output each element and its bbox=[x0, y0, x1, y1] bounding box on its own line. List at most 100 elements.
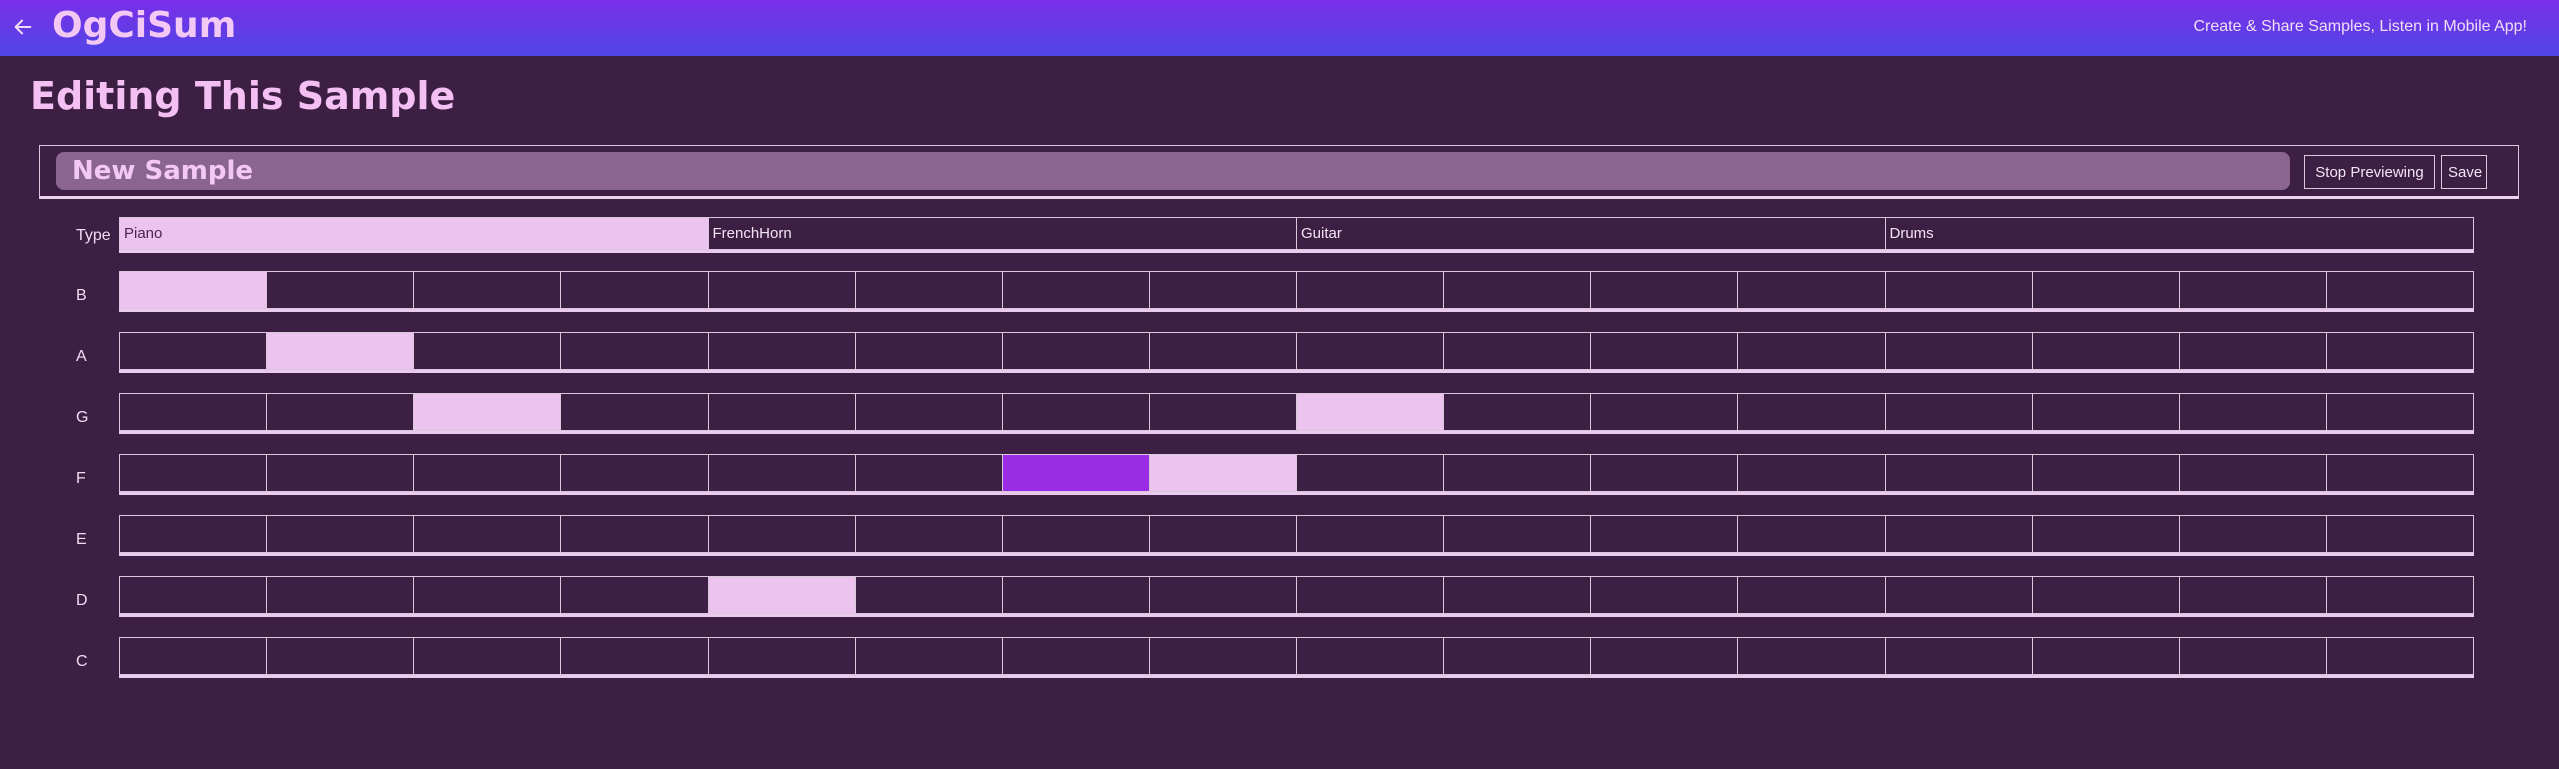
step-cell[interactable] bbox=[854, 271, 1002, 309]
step-cell[interactable] bbox=[1148, 515, 1296, 553]
step-cell[interactable] bbox=[1590, 637, 1738, 675]
step-cell[interactable] bbox=[2178, 454, 2326, 492]
arrow-left-icon[interactable] bbox=[12, 16, 34, 38]
step-cell[interactable] bbox=[266, 393, 414, 431]
step-cell[interactable] bbox=[119, 332, 267, 370]
step-cell[interactable] bbox=[707, 515, 855, 553]
step-cell[interactable] bbox=[266, 576, 414, 614]
step-cell[interactable] bbox=[2178, 637, 2326, 675]
save-button[interactable]: Save bbox=[2441, 155, 2487, 189]
step-cell[interactable] bbox=[2325, 332, 2474, 370]
step-cell[interactable] bbox=[560, 454, 708, 492]
step-cell[interactable] bbox=[1590, 515, 1738, 553]
step-cell[interactable] bbox=[2031, 271, 2179, 309]
step-cell[interactable] bbox=[1590, 271, 1738, 309]
step-cell[interactable] bbox=[560, 271, 708, 309]
step-cell[interactable] bbox=[1443, 271, 1591, 309]
step-cell[interactable] bbox=[1296, 637, 1444, 675]
step-cell[interactable] bbox=[2325, 515, 2474, 553]
step-cell[interactable] bbox=[1590, 454, 1738, 492]
step-cell[interactable] bbox=[854, 576, 1002, 614]
step-cell[interactable] bbox=[2178, 393, 2326, 431]
step-cell[interactable] bbox=[1737, 454, 1885, 492]
step-cell[interactable] bbox=[1884, 332, 2032, 370]
step-cell[interactable] bbox=[1590, 332, 1738, 370]
step-cell[interactable] bbox=[1001, 637, 1149, 675]
step-cell[interactable] bbox=[1443, 515, 1591, 553]
step-cell[interactable] bbox=[2031, 393, 2179, 431]
step-cell[interactable] bbox=[413, 515, 561, 553]
step-cell[interactable] bbox=[1148, 454, 1296, 492]
step-cell[interactable] bbox=[413, 332, 561, 370]
step-cell[interactable] bbox=[1884, 515, 2032, 553]
step-cell[interactable] bbox=[1148, 637, 1296, 675]
step-cell[interactable] bbox=[707, 637, 855, 675]
step-cell[interactable] bbox=[2031, 637, 2179, 675]
step-cell[interactable] bbox=[1590, 576, 1738, 614]
step-cell[interactable] bbox=[707, 271, 855, 309]
step-cell[interactable] bbox=[1296, 454, 1444, 492]
type-option-frenchhorn[interactable]: FrenchHorn bbox=[707, 217, 1296, 250]
step-cell[interactable] bbox=[1001, 393, 1149, 431]
step-cell[interactable] bbox=[413, 637, 561, 675]
app-title[interactable]: OgCiSum bbox=[52, 5, 236, 46]
step-cell[interactable] bbox=[854, 332, 1002, 370]
stop-previewing-button[interactable]: Stop Previewing bbox=[2304, 155, 2435, 189]
step-cell[interactable] bbox=[2325, 454, 2474, 492]
step-cell[interactable] bbox=[2178, 515, 2326, 553]
step-cell[interactable] bbox=[266, 637, 414, 675]
step-cell[interactable] bbox=[854, 637, 1002, 675]
step-cell[interactable] bbox=[2325, 576, 2474, 614]
step-cell[interactable] bbox=[1884, 454, 2032, 492]
step-cell[interactable] bbox=[1296, 576, 1444, 614]
step-cell[interactable] bbox=[1737, 576, 1885, 614]
step-cell[interactable] bbox=[560, 576, 708, 614]
step-cell[interactable] bbox=[2325, 271, 2474, 309]
step-cell[interactable] bbox=[2031, 576, 2179, 614]
step-cell[interactable] bbox=[854, 393, 1002, 431]
step-cell[interactable] bbox=[560, 393, 708, 431]
step-cell[interactable] bbox=[1737, 271, 1885, 309]
step-cell[interactable] bbox=[2325, 637, 2474, 675]
step-cell[interactable] bbox=[1296, 393, 1444, 431]
type-option-guitar[interactable]: Guitar bbox=[1296, 217, 1885, 250]
step-cell[interactable] bbox=[2031, 332, 2179, 370]
step-cell[interactable] bbox=[2325, 393, 2474, 431]
step-cell[interactable] bbox=[1443, 332, 1591, 370]
type-option-drums[interactable]: Drums bbox=[1884, 217, 2474, 250]
step-cell[interactable] bbox=[854, 515, 1002, 553]
step-cell[interactable] bbox=[119, 454, 267, 492]
step-cell[interactable] bbox=[1001, 454, 1149, 492]
step-cell[interactable] bbox=[1148, 332, 1296, 370]
step-cell[interactable] bbox=[1443, 454, 1591, 492]
step-cell[interactable] bbox=[1443, 576, 1591, 614]
step-cell[interactable] bbox=[119, 515, 267, 553]
step-cell[interactable] bbox=[1296, 271, 1444, 309]
step-cell[interactable] bbox=[707, 576, 855, 614]
step-cell[interactable] bbox=[1296, 515, 1444, 553]
step-cell[interactable] bbox=[1443, 637, 1591, 675]
step-cell[interactable] bbox=[1296, 332, 1444, 370]
step-cell[interactable] bbox=[266, 271, 414, 309]
step-cell[interactable] bbox=[2178, 271, 2326, 309]
step-cell[interactable] bbox=[1148, 271, 1296, 309]
step-cell[interactable] bbox=[2178, 576, 2326, 614]
type-option-piano[interactable]: Piano bbox=[119, 217, 708, 250]
step-cell[interactable] bbox=[854, 454, 1002, 492]
step-cell[interactable] bbox=[119, 393, 267, 431]
step-cell[interactable] bbox=[413, 454, 561, 492]
step-cell[interactable] bbox=[2031, 454, 2179, 492]
step-cell[interactable] bbox=[1737, 393, 1885, 431]
step-cell[interactable] bbox=[1590, 393, 1738, 431]
step-cell[interactable] bbox=[1884, 637, 2032, 675]
step-cell[interactable] bbox=[707, 393, 855, 431]
step-cell[interactable] bbox=[1001, 332, 1149, 370]
step-cell[interactable] bbox=[560, 332, 708, 370]
step-cell[interactable] bbox=[707, 454, 855, 492]
step-cell[interactable] bbox=[560, 515, 708, 553]
step-cell[interactable] bbox=[1148, 576, 1296, 614]
step-cell[interactable] bbox=[2178, 332, 2326, 370]
step-cell[interactable] bbox=[119, 271, 267, 309]
step-cell[interactable] bbox=[2031, 515, 2179, 553]
step-cell[interactable] bbox=[1001, 515, 1149, 553]
